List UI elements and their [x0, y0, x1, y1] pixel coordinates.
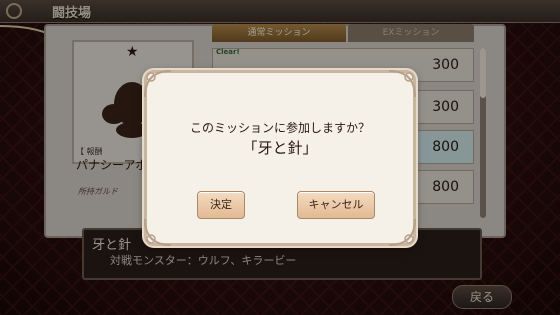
- ornament-icon: [388, 218, 416, 246]
- confirm-button[interactable]: 決定: [197, 191, 245, 219]
- cancel-button[interactable]: キャンセル: [297, 191, 375, 219]
- ornament-icon: [388, 70, 416, 98]
- confirm-dialog: このミッションに参加しますか？ 「牙と針」 決定 キャンセル: [144, 70, 416, 246]
- ornament-icon: [144, 218, 172, 246]
- dialog-question: このミッションに参加しますか？: [189, 121, 370, 135]
- ornament-icon: [144, 70, 172, 98]
- dialog-mission-name: 「牙と針」: [242, 139, 318, 157]
